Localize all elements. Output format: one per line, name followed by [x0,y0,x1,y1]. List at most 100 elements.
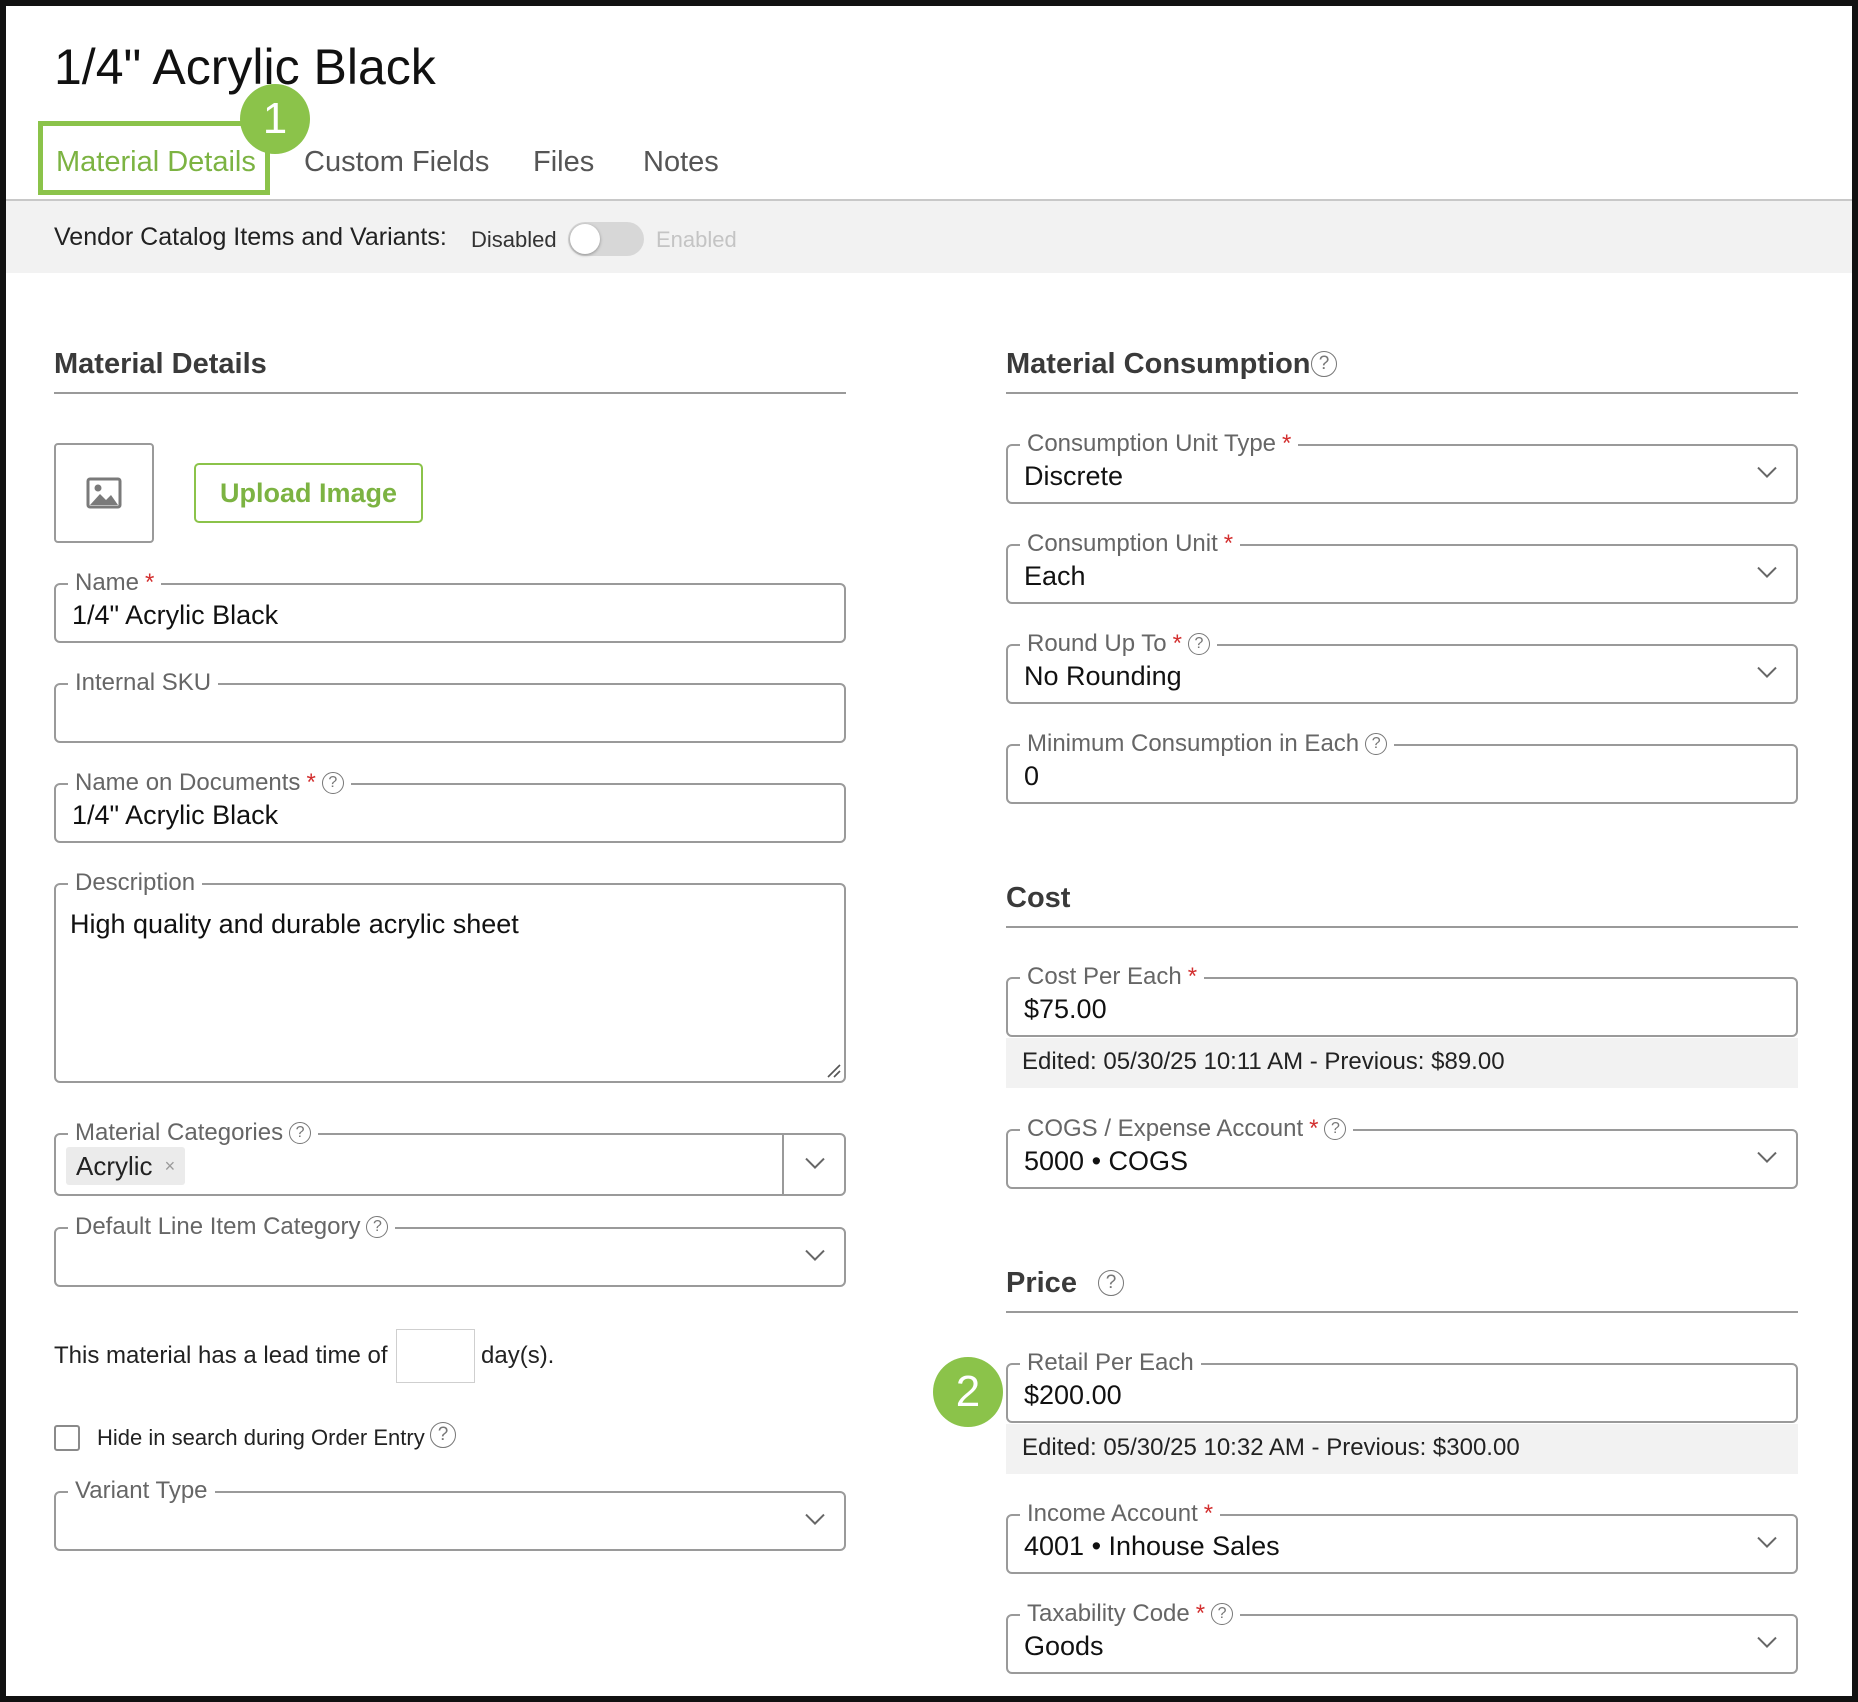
name-field[interactable]: Name * 1/4" Acrylic Black [54,568,846,643]
chevron-down-icon [1757,666,1777,679]
lead-time-input[interactable] [396,1329,475,1383]
material-details-heading: Material Details [54,348,267,380]
cost-heading: Cost [1006,882,1071,914]
tab-custom-fields[interactable]: Custom Fields [304,146,489,179]
image-icon [86,477,122,509]
consumption-unit-type-select[interactable]: Consumption Unit Type * Discrete [1006,429,1798,504]
lead-time-prefix: This material has a lead time of [54,1342,388,1369]
chevron-down-icon [1757,1151,1777,1164]
internal-sku-field[interactable]: Internal SKU [54,668,846,743]
price-rule [1006,1311,1798,1313]
help-icon[interactable]: ? [1098,1270,1124,1296]
cogs-account-select[interactable]: COGS / Expense Account *? 5000 • COGS [1006,1114,1798,1189]
round-up-to-select[interactable]: Round Up To *? No Rounding [1006,629,1798,704]
required-mark: * [1195,1600,1206,1627]
description-label: Description [68,868,203,898]
default-line-item-category-select[interactable]: Default Line Item Category? [54,1212,846,1287]
minimum-consumption-field[interactable]: Minimum Consumption in Each? 0 [1006,729,1798,804]
income-account-label: Income Account * [1020,1499,1221,1529]
round-up-to-label: Round Up To *? [1020,629,1217,659]
callout-badge-1: 1 [240,84,310,154]
material-consumption-rule [1006,392,1798,394]
select-divider [782,1135,784,1194]
consumption-unit-label: Consumption Unit * [1020,529,1241,559]
description-field[interactable]: Description High quality and durable acr… [54,868,846,1083]
required-mark: * [1282,430,1292,457]
price-edit-history: Edited: 05/30/25 10:32 AM - Previous: $3… [1006,1424,1798,1474]
consumption-unit-value: Each [1024,561,1086,591]
tab-material-details[interactable]: Material Details [56,146,256,179]
chevron-down-icon [1757,1536,1777,1549]
name-on-documents-label: Name on Documents *? [68,768,351,798]
description-value: High quality and durable acrylic sheet [70,909,519,939]
consumption-unit-select[interactable]: Consumption Unit * Each [1006,529,1798,604]
vendor-toggle-label: Vendor Catalog Items and Variants: [54,223,447,251]
price-heading: Price [1006,1267,1077,1299]
name-on-documents-value: 1/4" Acrylic Black [72,800,279,830]
taxability-code-label: Taxability Code *? [1020,1599,1241,1629]
resize-handle-icon[interactable] [825,1062,841,1078]
income-account-select[interactable]: Income Account * 4001 • Inhouse Sales [1006,1499,1798,1574]
help-icon[interactable]: ? [321,772,344,794]
help-icon[interactable]: ? [1188,633,1210,655]
retail-per-each-field[interactable]: Retail Per Each $200.00 [1006,1348,1798,1423]
callout-badge-2: 2 [933,1357,1003,1427]
variant-type-label: Variant Type [68,1476,215,1506]
required-mark: * [1172,630,1182,657]
required-mark: * [1203,1500,1214,1527]
name-on-documents-field[interactable]: Name on Documents *? 1/4" Acrylic Black [54,768,846,843]
help-icon[interactable]: ? [1311,351,1337,377]
help-icon[interactable]: ? [289,1122,312,1144]
help-icon[interactable]: ? [1324,1118,1347,1140]
chip-remove-icon[interactable]: × [165,1156,176,1177]
tab-files[interactable]: Files [533,146,594,179]
required-mark: * [1223,530,1234,557]
name-value: 1/4" Acrylic Black [72,600,279,630]
upload-image-button[interactable]: Upload Image [194,463,423,523]
cogs-account-value: 5000 • COGS [1024,1146,1189,1176]
required-mark: * [306,769,316,796]
help-icon[interactable]: ? [366,1216,389,1238]
help-icon[interactable]: ? [1365,733,1388,755]
material-categories-field[interactable]: Material Categories? Acrylic × [54,1118,846,1196]
consumption-unit-type-value: Discrete [1024,461,1124,491]
income-account-value: 4001 • Inhouse Sales [1024,1531,1280,1561]
internal-sku-label: Internal SKU [68,668,219,698]
round-up-to-value: No Rounding [1024,661,1182,691]
lead-time-suffix: day(s). [481,1342,555,1369]
chevron-down-icon [1757,566,1777,579]
retail-per-each-label: Retail Per Each [1020,1348,1201,1378]
material-consumption-heading: Material Consumption [1006,348,1311,380]
toggle-knob [570,224,600,254]
help-icon[interactable]: ? [430,1422,456,1448]
chevron-down-icon [1757,1636,1777,1649]
chevron-down-icon [1757,466,1777,479]
toggle-enabled-label: Enabled [656,227,737,252]
hide-in-search-checkbox[interactable] [54,1425,80,1451]
page-title: 1/4" Acrylic Black [54,39,436,95]
taxability-code-select[interactable]: Taxability Code *? Goods [1006,1599,1798,1674]
cost-rule [1006,926,1798,928]
name-label: Name * [68,568,162,598]
variant-type-select[interactable]: Variant Type [54,1476,846,1551]
cost-per-each-value: $75.00 [1024,994,1107,1024]
retail-per-each-value: $200.00 [1024,1380,1122,1410]
required-mark: * [1187,963,1198,990]
consumption-unit-type-label: Consumption Unit Type * [1020,429,1299,459]
chevron-down-icon [805,1513,825,1526]
toggle-disabled-label: Disabled [471,227,557,252]
image-placeholder[interactable] [54,443,154,543]
cost-edit-history: Edited: 05/30/25 10:11 AM - Previous: $8… [1006,1038,1798,1088]
required-mark: * [1309,1115,1319,1142]
help-icon[interactable]: ? [1211,1603,1234,1625]
minimum-consumption-label: Minimum Consumption in Each? [1020,729,1395,759]
cost-per-each-label: Cost Per Each * [1020,962,1205,992]
material-details-rule [54,392,846,394]
cost-per-each-field[interactable]: Cost Per Each * $75.00 [1006,962,1798,1037]
category-chip-acrylic: Acrylic × [66,1147,186,1185]
tab-notes[interactable]: Notes [643,146,719,179]
material-categories-label: Material Categories? [68,1118,319,1148]
vendor-catalog-toggle[interactable] [568,222,644,256]
taxability-code-value: Goods [1024,1631,1104,1661]
chevron-down-icon[interactable] [804,1156,826,1170]
